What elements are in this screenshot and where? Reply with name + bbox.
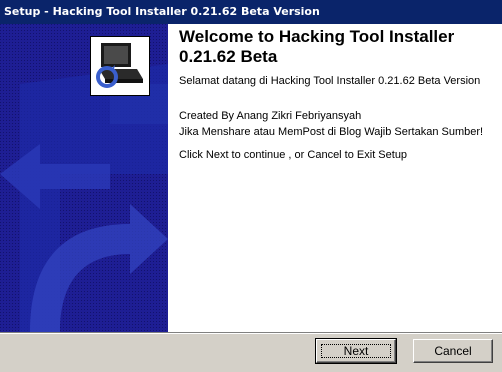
separator-highlight <box>0 333 502 334</box>
instruction-text: Click Next to continue , or Cancel to Ex… <box>179 149 408 161</box>
notice-text: Jika Menshare atau MemPost di Blog Wajib… <box>179 126 484 138</box>
next-button[interactable]: Next <box>315 338 397 364</box>
window-title: Setup - Hacking Tool Installer 0.21.62 B… <box>0 0 502 24</box>
wizard-content: Welcome to Hacking Tool Installer 0.21.6… <box>0 24 502 332</box>
welcome-heading: Welcome to Hacking Tool Installer 0.21.6… <box>179 27 455 66</box>
credit-text: Created By Anang Zikri Febriyansyah <box>179 110 362 122</box>
wizard-side-banner <box>0 24 168 332</box>
cancel-button[interactable]: Cancel <box>413 339 493 363</box>
greeting-text: Selamat datang di Hacking Tool Installer… <box>179 75 481 87</box>
next-button-label: Next <box>343 344 369 358</box>
computer-install-icon <box>90 36 150 96</box>
setup-window: Setup - Hacking Tool Installer 0.21.62 B… <box>0 0 502 372</box>
cancel-button-label: Cancel <box>434 344 472 358</box>
